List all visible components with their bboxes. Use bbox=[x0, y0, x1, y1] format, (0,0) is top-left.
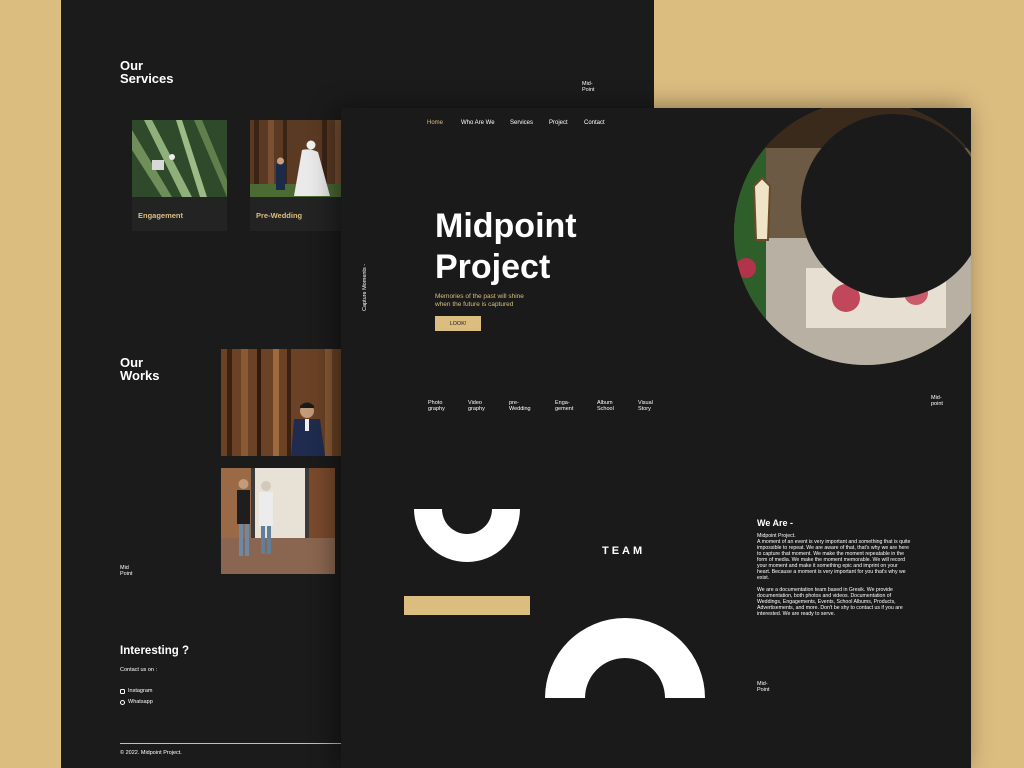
work-photo-couple-street[interactable] bbox=[221, 468, 335, 574]
service-card-pre-wedding[interactable]: Pre-Wedding bbox=[250, 120, 345, 231]
gold-bar-shape bbox=[404, 596, 530, 615]
we-are-title: We Are - bbox=[757, 518, 794, 528]
works-title: Our Works bbox=[120, 355, 160, 383]
work-photo-groom-forest[interactable] bbox=[221, 349, 341, 456]
service-card-engagement[interactable]: Engagement bbox=[132, 120, 227, 231]
nav-home[interactable]: Home bbox=[427, 120, 461, 126]
services-title: Our Services bbox=[120, 58, 174, 86]
category-engagement[interactable]: Enga- gement bbox=[555, 400, 573, 412]
contact-whatsapp[interactable]: Whatsapp bbox=[120, 699, 153, 705]
category-visual-story[interactable]: Visual Story bbox=[638, 400, 653, 412]
engagement-photo bbox=[132, 120, 227, 197]
capture-moments-text: Capture Moments - bbox=[362, 263, 368, 311]
contact-label: Instagram bbox=[128, 688, 153, 694]
contact-label: Contact us on : bbox=[120, 667, 157, 673]
category-videography[interactable]: Video graphy bbox=[468, 400, 485, 412]
category-photography[interactable]: Photo graphy bbox=[428, 400, 445, 412]
hero-title: Midpoint Project bbox=[435, 207, 577, 286]
we-are-body: Midpoint Project. A moment of an event i… bbox=[757, 533, 911, 617]
category-pre-wedding[interactable]: pre- Wedding bbox=[509, 400, 531, 412]
team-label: TEAM bbox=[602, 545, 646, 557]
main-nav: Home Who Are We Services Project Contact bbox=[427, 120, 614, 126]
nav-project[interactable]: Project bbox=[549, 120, 584, 126]
midpoint-mark: Mid- Point bbox=[757, 681, 770, 693]
midpoint-mark: Mid Point bbox=[120, 565, 133, 577]
midpoint-mark: Mid- Point bbox=[582, 81, 595, 93]
service-label: Pre-Wedding bbox=[256, 211, 303, 220]
nav-contact[interactable]: Contact bbox=[584, 120, 614, 126]
home-page: Home Who Are We Services Project Contact… bbox=[341, 108, 971, 768]
service-label: Engagement bbox=[138, 211, 184, 220]
contact-label: Whatsapp bbox=[128, 699, 153, 705]
arch-shape bbox=[545, 618, 705, 698]
pre-wedding-photo bbox=[250, 120, 345, 197]
nav-services[interactable]: Services bbox=[510, 120, 549, 126]
look-button[interactable]: LOOK! bbox=[435, 316, 481, 331]
interesting-title: Interesting ? bbox=[120, 645, 190, 657]
nav-who-are-we[interactable]: Who Are We bbox=[461, 120, 510, 126]
whatsapp-icon bbox=[120, 699, 125, 705]
hero-photo bbox=[734, 108, 971, 365]
category-album-school[interactable]: Album School bbox=[597, 400, 614, 412]
contact-instagram[interactable]: Instagram bbox=[120, 688, 152, 694]
copyright: © 2022. Midpoint Project. bbox=[120, 750, 182, 756]
midpoint-mark: Mid- point bbox=[931, 395, 943, 407]
hero-subtitle: Memories of the past will shine when the… bbox=[435, 293, 524, 308]
instagram-icon bbox=[120, 688, 125, 694]
half-ring-shape bbox=[414, 509, 520, 562]
